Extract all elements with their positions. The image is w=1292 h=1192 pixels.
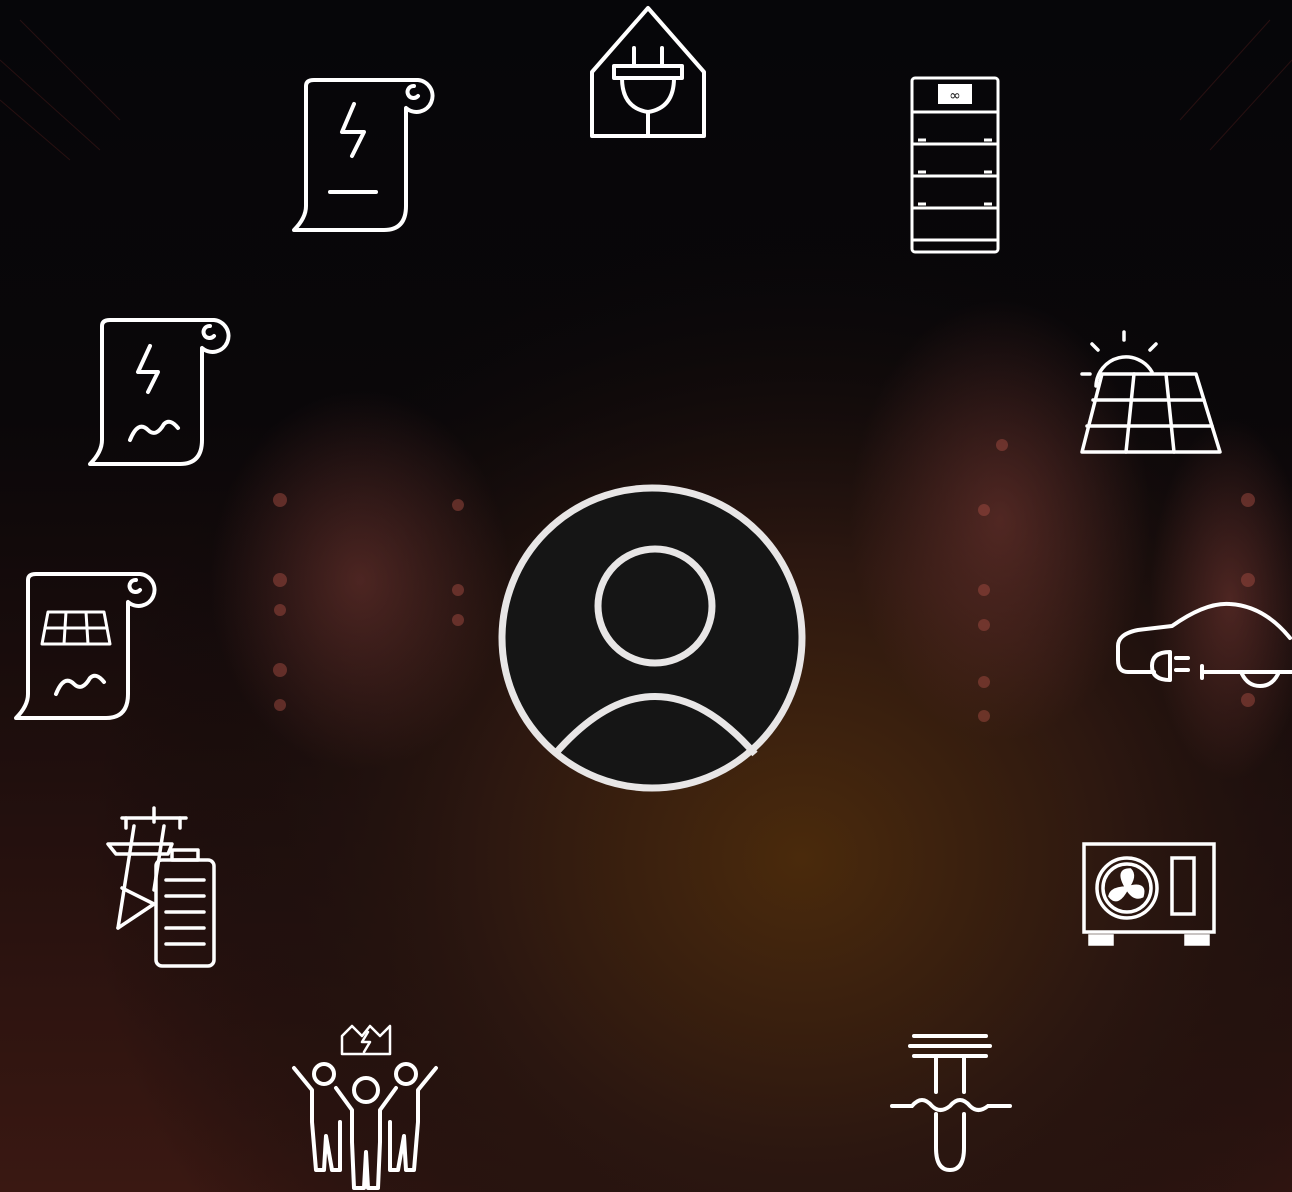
geothermal-pipe-icon[interactable] [888, 1030, 1014, 1174]
grid-battery-icon[interactable] [102, 804, 218, 970]
electric-car-plug-icon[interactable] [1114, 598, 1292, 690]
energy-community-icon[interactable] [286, 1018, 444, 1192]
battery-storage-cabinet-icon[interactable]: ∞ [908, 74, 1002, 256]
svg-text:∞: ∞ [949, 88, 961, 104]
user-profile-icon [498, 484, 806, 792]
profile-hub[interactable] [498, 484, 806, 792]
heat-pump-outdoor-unit-icon[interactable] [1080, 840, 1218, 948]
home-plug-icon[interactable] [586, 4, 710, 140]
signed-energy-contract-icon[interactable] [86, 316, 236, 468]
solar-contract-scroll-icon[interactable] [12, 570, 162, 722]
solar-panel-sun-icon[interactable] [1078, 328, 1224, 458]
energy-contract-scroll-icon[interactable] [290, 76, 440, 234]
